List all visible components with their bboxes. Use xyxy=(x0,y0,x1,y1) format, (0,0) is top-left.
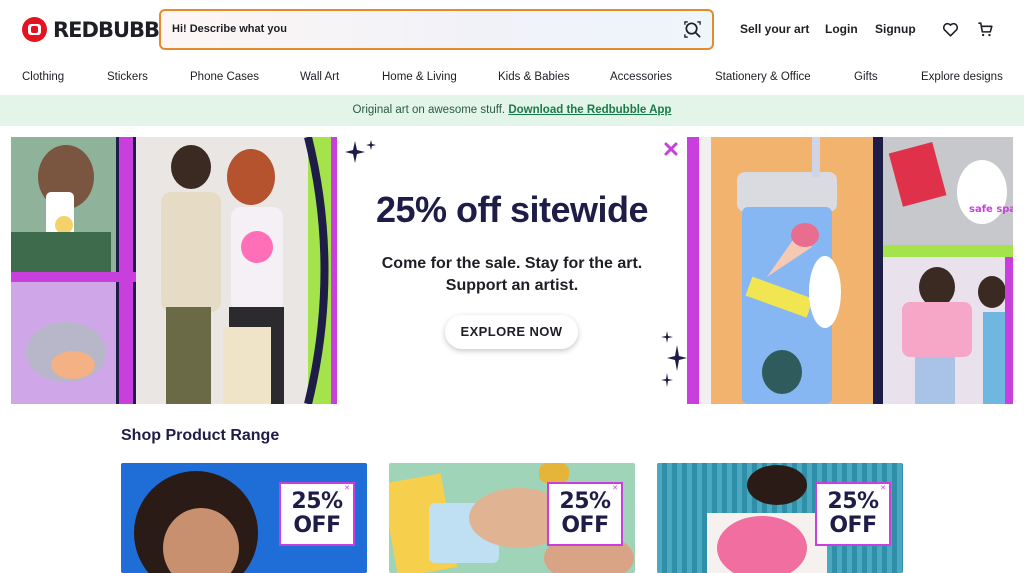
hero-right-image-text: safe space xyxy=(969,204,1013,215)
discount-badge: ✕ 25% OFF xyxy=(547,482,623,546)
product-card[interactable]: ✕ 25% OFF xyxy=(389,463,635,573)
app-download-banner: Original art on awesome stuff. Download … xyxy=(0,95,1024,126)
explore-now-button[interactable]: EXPLORE NOW xyxy=(445,315,578,349)
nav-item-phone-cases[interactable]: Phone Cases xyxy=(190,71,259,83)
discount-badge-percent: 25% xyxy=(827,489,879,514)
discount-badge-off: OFF xyxy=(293,513,341,538)
hero-right-collage-image: safe space xyxy=(687,137,1013,404)
signup-link[interactable]: Signup xyxy=(875,22,916,36)
discount-badge: ✕ 25% OFF xyxy=(279,482,355,546)
search-icon[interactable] xyxy=(683,20,702,39)
hero-subtitle: Come for the sale. Stay for the art. Sup… xyxy=(337,253,687,297)
sell-your-art-link[interactable]: Sell your art xyxy=(740,22,809,36)
site-header: REDBUBBLE Hi! Describe what you Sell you… xyxy=(0,0,1024,60)
discount-badge-off: OFF xyxy=(829,513,877,538)
shop-product-range-title: Shop Product Range xyxy=(121,427,280,444)
category-nav: Clothing Stickers Phone Cases Wall Art H… xyxy=(0,62,1024,94)
nav-item-stationery-office[interactable]: Stationery & Office xyxy=(715,71,811,83)
nav-item-accessories[interactable]: Accessories xyxy=(610,71,672,83)
product-card[interactable]: ✕ 25% OFF xyxy=(121,463,367,573)
cart-icon[interactable] xyxy=(976,20,995,39)
nav-item-gifts[interactable]: Gifts xyxy=(854,71,878,83)
redbubble-logo-icon xyxy=(22,17,47,42)
heart-icon[interactable] xyxy=(941,20,960,39)
nav-item-clothing[interactable]: Clothing xyxy=(22,71,64,83)
nav-item-explore-designs[interactable]: Explore designs xyxy=(921,71,1003,83)
nav-item-home-living[interactable]: Home & Living xyxy=(382,71,457,83)
app-banner-text: Original art on awesome stuff. xyxy=(352,104,506,116)
badge-close-icon: ✕ xyxy=(612,485,618,492)
hero-title: 25% off sitewide xyxy=(375,189,649,230)
discount-badge: ✕ 25% OFF xyxy=(815,482,891,546)
nav-item-kids-babies[interactable]: Kids & Babies xyxy=(498,71,570,83)
badge-close-icon: ✕ xyxy=(880,485,886,492)
discount-badge-percent: 25% xyxy=(559,489,611,514)
hero-copy: 25% off sitewide Come for the sale. Stay… xyxy=(337,137,687,404)
nav-item-stickers[interactable]: Stickers xyxy=(107,71,148,83)
sparkle-icon xyxy=(661,331,687,387)
discount-badge-off: OFF xyxy=(561,513,609,538)
badge-close-icon: ✕ xyxy=(344,485,350,492)
nav-item-wall-art[interactable]: Wall Art xyxy=(300,71,339,83)
hero-left-collage-image xyxy=(11,137,337,404)
product-card[interactable]: ✕ 25% OFF xyxy=(657,463,903,573)
hero-banner[interactable]: 25% off sitewide Come for the sale. Stay… xyxy=(11,137,1013,404)
search-input[interactable]: Hi! Describe what you xyxy=(159,9,714,50)
sparkle-icon xyxy=(345,140,376,163)
search-placeholder: Hi! Describe what you xyxy=(172,23,287,35)
hero-subtitle-line-1: Come for the sale. Stay for the art. xyxy=(381,255,643,272)
download-app-link[interactable]: Download the Redbubble App xyxy=(508,104,671,116)
hero-subtitle-line-2: Support an artist. xyxy=(445,277,579,294)
close-icon[interactable] xyxy=(663,141,679,157)
discount-badge-percent: 25% xyxy=(291,489,343,514)
login-link[interactable]: Login xyxy=(825,22,858,36)
